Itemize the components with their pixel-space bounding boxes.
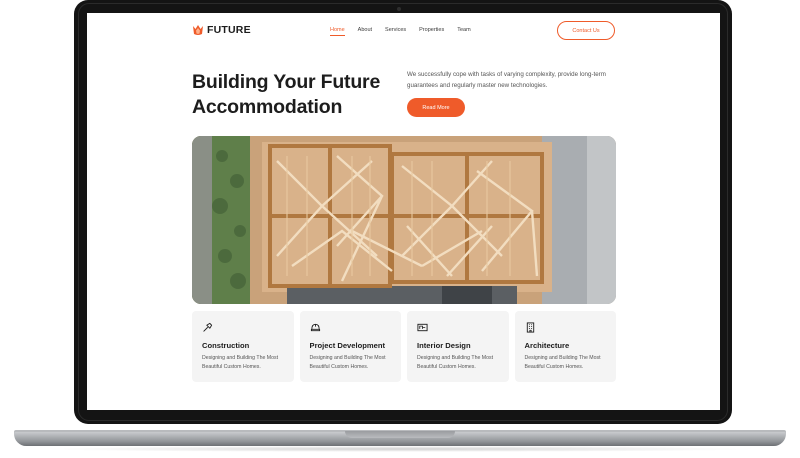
- hero-description: We successfully cope with tasks of varyi…: [407, 71, 606, 89]
- hero-image: [192, 136, 616, 304]
- blueprint-icon: [417, 323, 428, 332]
- main-menu: Home About Services Properties Team: [330, 27, 471, 36]
- nav-item-about[interactable]: About: [358, 27, 372, 33]
- service-card-construction[interactable]: Construction Designing and Building The …: [192, 311, 294, 382]
- nav-item-services[interactable]: Services: [385, 27, 406, 33]
- service-title: Interior Design: [417, 341, 471, 350]
- hard-hat-icon: [310, 323, 320, 332]
- nav-item-properties[interactable]: Properties: [419, 27, 444, 33]
- nav-item-home[interactable]: Home: [330, 27, 345, 36]
- hero-title-line1: Building Your Future: [192, 71, 381, 93]
- hero-title-line2: Accommodation: [192, 96, 343, 118]
- service-card-interior-design[interactable]: Interior Design Designing and Building T…: [407, 311, 509, 382]
- webcam-icon: [397, 7, 401, 11]
- service-title: Project Development: [309, 341, 386, 350]
- contact-us-button[interactable]: Contact Us: [557, 21, 615, 40]
- nav-item-team[interactable]: Team: [457, 27, 470, 33]
- service-title: Architecture: [524, 341, 570, 350]
- read-more-button[interactable]: Read More: [407, 98, 465, 117]
- services-row: Construction Designing and Building The …: [192, 311, 616, 382]
- service-card-project-development[interactable]: Project Development Designing and Buildi…: [299, 311, 401, 382]
- service-description: Designing and Building The Most Beautifu…: [524, 355, 601, 370]
- service-card-architecture[interactable]: Architecture Designing and Building The …: [514, 311, 616, 382]
- service-description: Designing and Building The Most Beautifu…: [202, 355, 279, 370]
- building-icon: [526, 322, 534, 333]
- laptop-notch: [345, 431, 455, 438]
- trowel-icon: [203, 322, 213, 332]
- service-description: Designing and Building The Most Beautifu…: [309, 355, 386, 370]
- navbar: FUTURE Home About Services Properties Te…: [87, 13, 720, 49]
- brand-name: FUTURE: [207, 24, 251, 36]
- service-title: Construction: [202, 341, 250, 350]
- hero-title: Building Your Future Accommodation: [192, 70, 402, 120]
- aerial-construction-photo: [192, 136, 616, 304]
- brand-logo[interactable]: FUTURE: [192, 24, 251, 36]
- website-screen: FUTURE Home About Services Properties Te…: [87, 13, 720, 410]
- laptop-shadow: [40, 446, 760, 452]
- service-description: Designing and Building The Most Beautifu…: [417, 355, 494, 370]
- laptop-mockup: FUTURE Home About Services Properties Te…: [0, 0, 800, 458]
- crown-flame-icon: [193, 25, 203, 35]
